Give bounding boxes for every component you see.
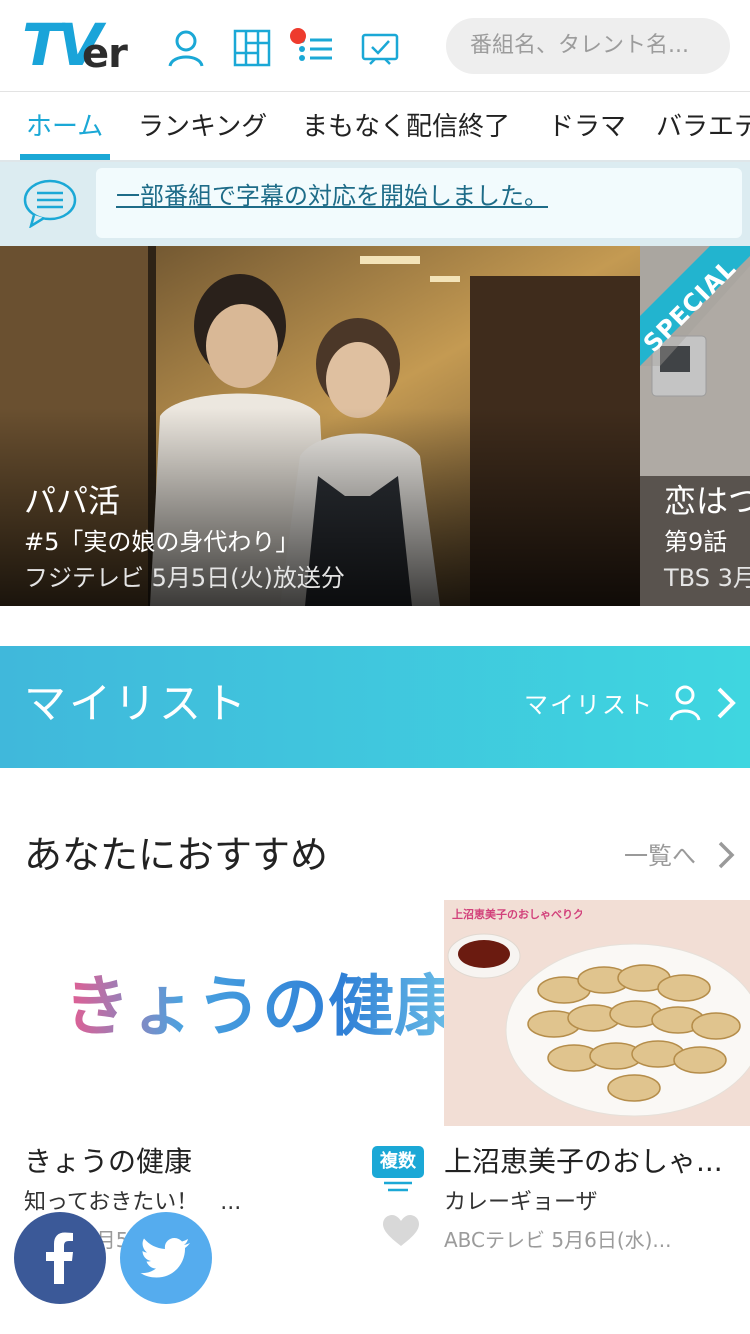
tab-home[interactable]: ホーム <box>26 92 103 160</box>
logo-er-text: er <box>82 31 128 77</box>
active-tab-indicator <box>20 154 110 160</box>
card-title[interactable]: 上沼恵美子のおしゃ... <box>444 1144 750 1180</box>
show-logo-text: 上沼恵美子のおしゃべりクッキング <box>452 908 582 921</box>
notice-link[interactable]: 一部番組で字幕の対応を開始しました。 <box>116 178 548 214</box>
search-input[interactable]: 番組名、タレント名... <box>446 18 730 74</box>
tab-variety[interactable]: バラエテ <box>656 92 750 160</box>
list-lines-icon <box>384 1181 412 1192</box>
chat-bubble-icon <box>23 179 77 228</box>
kyou-no-kenkou-logo: きょうの健康 <box>64 962 460 1052</box>
category-tabs: ホーム ランキング まもなく配信終了 ドラマ バラエテ <box>0 92 750 162</box>
recommend-title: あなたにおすすめ <box>24 833 329 877</box>
card-title[interactable]: きょうの健康 <box>24 1144 354 1180</box>
featured-slide-main[interactable]: パパ活 #5「実の娘の身代わり」 フジテレビ 5月5日(火)放送分 <box>0 246 640 606</box>
next-title: 恋はつ <box>664 482 750 520</box>
recommend-card-thumbnail[interactable]: きょうの健康 <box>24 900 460 1126</box>
mylist-title: マイリスト <box>24 679 250 728</box>
tab-ending-soon[interactable]: まもなく配信終了 <box>302 92 510 160</box>
facebook-icon <box>46 1232 73 1284</box>
tab-drama[interactable]: ドラマ <box>548 92 626 160</box>
tver-logo[interactable]: TV er <box>22 14 134 76</box>
recommend-card-thumbnail[interactable]: 上沼恵美子のおしゃべりクッキング <box>444 900 750 1126</box>
notification-dot <box>290 28 306 44</box>
user-icon <box>669 685 701 721</box>
featured-slide-next[interactable]: SPECIAL 恋はつ 第9話 TBS 3月 <box>640 246 750 606</box>
user-icon[interactable] <box>166 28 206 68</box>
multiple-badge: 複数 <box>372 1146 424 1178</box>
mylist-link[interactable]: マイリスト <box>524 688 654 722</box>
chevron-right-icon[interactable] <box>714 686 738 720</box>
facebook-share-button[interactable] <box>14 1212 106 1304</box>
next-episode: 第9話 <box>664 528 728 556</box>
heart-icon[interactable] <box>382 1214 420 1248</box>
featured-episode: #5「実の娘の身代わり」 <box>24 528 300 556</box>
twitter-icon <box>140 1238 190 1278</box>
card-meta: ABCテレビ 5月6日(水)... <box>444 1228 672 1252</box>
program-table-icon[interactable] <box>232 28 272 68</box>
tv-check-icon[interactable] <box>360 28 400 68</box>
gyoza-image <box>444 900 750 1126</box>
featured-carousel[interactable]: パパ活 #5「実の娘の身代わり」 フジテレビ 5月5日(火)放送分 SPECIA… <box>0 246 750 606</box>
featured-meta: フジテレビ 5月5日(火)放送分 <box>24 564 345 592</box>
recommend-more-link[interactable]: 一覧へ <box>624 840 696 872</box>
featured-title: パパ活 <box>24 482 121 520</box>
app-header: TV er 番組名、タレント名... <box>0 0 750 92</box>
card-subtitle: カレーギョーザ <box>444 1190 598 1215</box>
next-meta: TBS 3月 <box>664 564 750 592</box>
twitter-share-button[interactable] <box>120 1212 212 1304</box>
tab-ranking[interactable]: ランキング <box>138 92 267 160</box>
chevron-right-icon[interactable] <box>716 840 736 870</box>
